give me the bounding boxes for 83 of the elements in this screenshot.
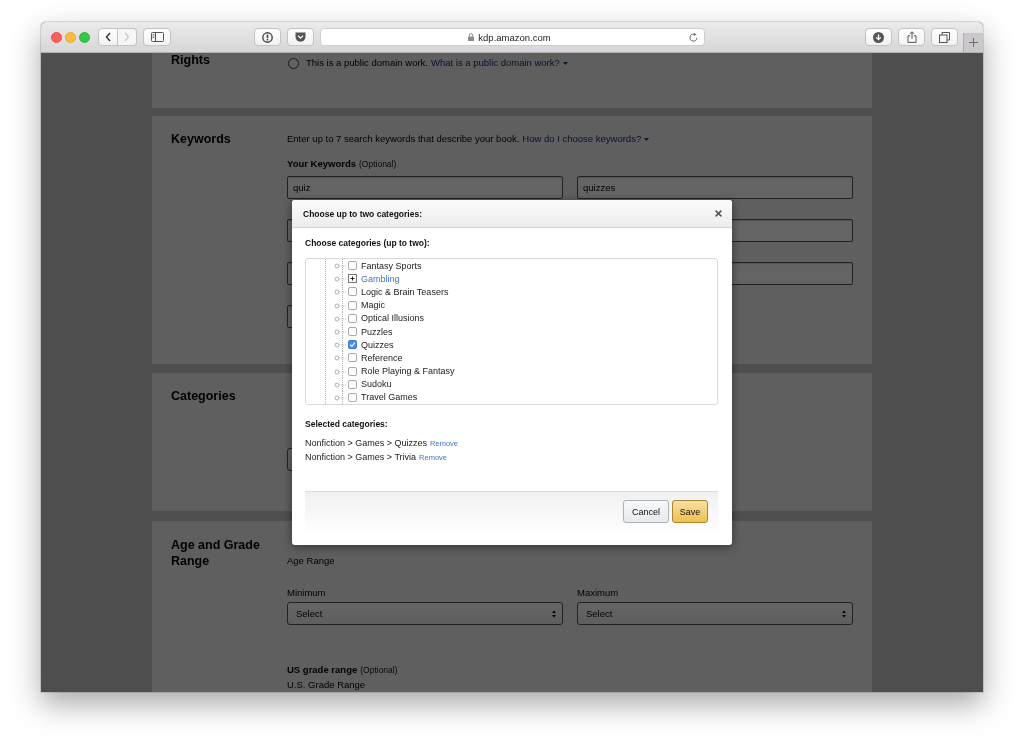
tree-item-link[interactable]: Gambling: [361, 272, 400, 285]
caret-icon: [644, 137, 650, 141]
checkbox[interactable]: [348, 392, 357, 402]
share-icon: [906, 31, 917, 43]
tree-connector-icon: [333, 377, 347, 391]
back-button[interactable]: [98, 28, 118, 46]
share-button[interactable]: [898, 28, 925, 46]
updown-arrows-icon: [552, 609, 556, 618]
dialog-prompt: Choose categories (up to two):: [305, 237, 431, 249]
tabs-icon: [939, 31, 950, 43]
tree-connector-icon: [333, 390, 347, 404]
tree-item-label[interactable]: Quizzes: [361, 338, 394, 351]
expand-icon[interactable]: [348, 274, 357, 284]
selected-category: Nonfiction > Games > Quizzes: [305, 437, 428, 450]
field-label: Age Range: [287, 554, 336, 568]
tree-item-label[interactable]: Optical Illusions: [361, 312, 425, 325]
sidebar-button[interactable]: [143, 28, 171, 46]
tree-item-label[interactable]: Puzzles: [361, 325, 393, 338]
keyword-field[interactable]: quizzes: [577, 176, 853, 199]
plus-icon: [969, 38, 978, 47]
exclamation-circle-icon: [262, 31, 273, 43]
checkbox[interactable]: [348, 313, 357, 323]
keyword-field[interactable]: quiz: [287, 176, 563, 199]
sidebar-icon: [150, 32, 164, 42]
field-label: Your Keywords: [287, 157, 356, 171]
updown-arrows-icon: [842, 609, 846, 618]
section-title: Rights: [171, 53, 211, 67]
checkbox[interactable]: [348, 300, 357, 310]
tree-connector-icon: [333, 272, 347, 286]
caret-icon: [562, 61, 568, 65]
tree-item-label[interactable]: Fantasy Sports: [361, 259, 422, 272]
field-label: U.S. Grade Range: [287, 678, 367, 692]
checkbox[interactable]: [348, 340, 357, 350]
tree-connector-icon: [333, 285, 347, 299]
extension-button[interactable]: [254, 28, 281, 46]
radio-label: This is a public domain work.: [306, 56, 428, 70]
tree-connector-icon: [333, 259, 347, 273]
optional-note: (Optional): [359, 158, 397, 171]
tree-connector-icon: [333, 364, 347, 378]
tree-item-label[interactable]: Travel Games: [361, 391, 418, 404]
download-icon: [873, 31, 884, 43]
keywords-description: Enter up to 7 search keywords that describe your book.: [287, 132, 520, 146]
checkbox[interactable]: [348, 379, 357, 389]
window-minimize-icon[interactable]: [65, 31, 76, 43]
checkbox[interactable]: [348, 287, 357, 297]
tree-item-label[interactable]: Role Playing & Fantasy: [361, 365, 455, 378]
optional-note: (Optional): [360, 664, 398, 677]
lock-icon: [468, 33, 475, 41]
tree-item-label[interactable]: Magic: [361, 299, 385, 312]
checkbox[interactable]: [348, 327, 357, 337]
section-title: Keywords: [171, 132, 232, 146]
checkbox[interactable]: [348, 353, 357, 363]
tree-connector-icon: [333, 298, 347, 312]
radio-button[interactable]: [288, 57, 299, 69]
section-title: Age and Grade Range: [171, 537, 261, 569]
shield-chevron-icon: [295, 32, 306, 42]
close-icon[interactable]: [715, 210, 722, 217]
checkbox[interactable]: [348, 261, 357, 271]
tabs-button[interactable]: [931, 28, 958, 46]
tree-connector-icon: [333, 351, 347, 365]
field-label: US grade range: [287, 663, 358, 677]
checkbox[interactable]: [348, 366, 357, 376]
tree-item-label[interactable]: Sudoku: [361, 378, 392, 391]
extension-button[interactable]: [287, 28, 314, 46]
dialog-title: Choose up to two categories:: [303, 208, 422, 219]
reload-icon[interactable]: [689, 32, 698, 42]
window-close-icon[interactable]: [51, 31, 62, 43]
downloads-button[interactable]: [865, 28, 892, 46]
tree-connector-icon: [333, 338, 347, 352]
new-tab-button[interactable]: [963, 33, 983, 52]
selected-heading: Selected categories:: [305, 418, 389, 430]
tree-item-label[interactable]: Reference: [361, 351, 403, 364]
field-label: Minimum: [287, 586, 327, 600]
tree-connector-icon: [333, 311, 347, 325]
address-field[interactable]: kdp.amazon.com: [320, 28, 705, 46]
cancel-button[interactable]: Cancel: [623, 500, 669, 523]
selected-category: Nonfiction > Games > Trivia: [305, 451, 417, 464]
field-label: Maximum: [577, 586, 620, 600]
window-maximize-icon[interactable]: [79, 31, 90, 43]
tree-item-label[interactable]: Logic & Brain Teasers: [361, 285, 449, 298]
tree-connector-icon: [333, 325, 347, 339]
section-title: Categories: [171, 389, 237, 403]
save-button[interactable]: Save: [672, 500, 708, 523]
